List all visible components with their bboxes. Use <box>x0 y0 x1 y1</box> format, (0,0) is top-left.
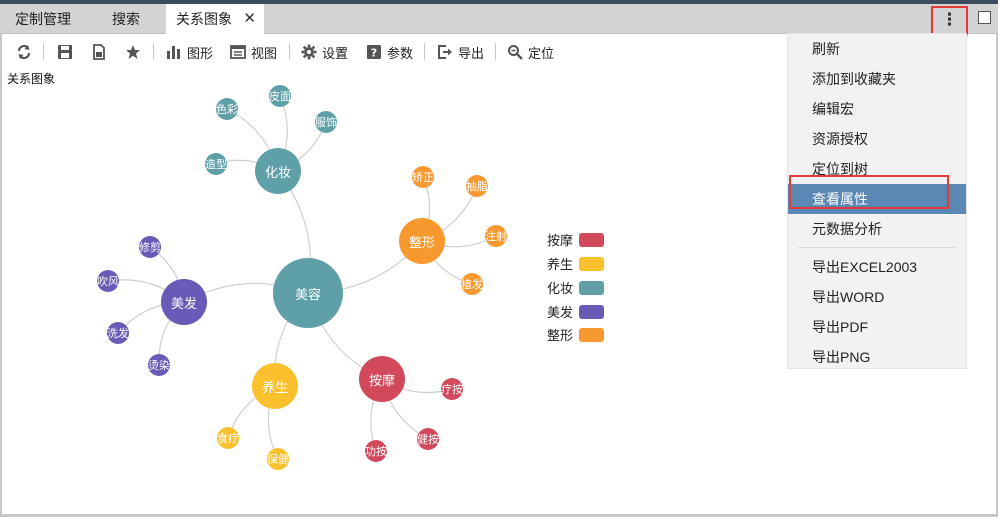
graph-node-category[interactable]: 美发 <box>161 279 207 325</box>
locate-button[interactable]: 定位 <box>507 41 554 63</box>
bar-chart-icon <box>166 44 182 60</box>
legend-item-hair[interactable]: 美发 <box>547 302 605 321</box>
view-button[interactable]: 视图 <box>230 41 277 63</box>
more-menu-button[interactable]: ⋮ <box>931 6 968 35</box>
tab-bar: 定制管理 搜索 关系图象 ✕ <box>0 4 998 35</box>
export-button-label: 导出 <box>458 45 485 61</box>
legend-label: 按摩 <box>547 233 574 248</box>
legend-label: 化妆 <box>547 281 574 296</box>
save-as-icon <box>91 44 107 60</box>
legend-swatch <box>579 256 605 271</box>
menu-item-edit-macro[interactable]: 编辑宏 <box>788 94 966 124</box>
menu-item-locate-tree[interactable]: 定位到树 <box>788 154 966 184</box>
params-button[interactable]: ? 参数 <box>366 41 413 63</box>
save-button[interactable] <box>57 41 73 63</box>
menu-item-metadata-analysis[interactable]: 元数据分析 <box>788 214 966 244</box>
menu-item-export-excel[interactable]: 导出EXCEL2003 <box>788 252 966 282</box>
legend-swatch <box>579 280 605 295</box>
legend-swatch <box>579 232 605 247</box>
export-button[interactable]: 导出 <box>437 41 484 63</box>
settings-button-label: 设置 <box>322 45 349 61</box>
menu-item-resource-auth[interactable]: 资源授权 <box>788 124 966 154</box>
favorite-button[interactable] <box>125 41 141 63</box>
menu-item-export-pdf[interactable]: 导出PDF <box>788 312 966 342</box>
locate-search-icon <box>507 44 523 60</box>
refresh-button[interactable] <box>16 41 32 63</box>
maximize-icon[interactable] <box>978 11 991 24</box>
legend-item-massage[interactable]: 按摩 <box>547 230 605 249</box>
menu-item-refresh[interactable]: 刷新 <box>788 34 966 64</box>
graph-node-leaf[interactable]: 保健 <box>267 448 289 470</box>
svg-text:?: ? <box>371 47 377 60</box>
chart-button-label: 图形 <box>187 45 214 61</box>
graph-node-leaf[interactable]: 矫正 <box>412 166 434 188</box>
graph-node-leaf[interactable]: 服饰 <box>315 111 337 133</box>
toolbar-separator <box>43 43 44 60</box>
view-button-label: 视图 <box>251 45 278 61</box>
tab-search[interactable]: 搜索 <box>86 4 166 34</box>
tab-relation-graph[interactable]: 关系图象 ✕ <box>166 4 264 35</box>
legend-label: 整形 <box>547 328 574 343</box>
gear-icon <box>301 44 317 60</box>
graph-node-leaf[interactable]: 食疗 <box>217 427 239 449</box>
save-icon <box>57 44 73 60</box>
save-as-button[interactable] <box>91 41 107 63</box>
star-icon <box>125 44 141 60</box>
graph-node-leaf[interactable]: 注射 <box>485 225 507 247</box>
params-button-label: 参数 <box>387 45 414 61</box>
graph-node-leaf[interactable]: 烫染 <box>148 354 170 376</box>
toolbar-separator <box>153 43 154 60</box>
graph-node-leaf[interactable]: 植发 <box>461 273 483 295</box>
toolbar-separator <box>495 43 496 60</box>
legend-swatch <box>579 304 605 319</box>
close-icon[interactable]: ✕ <box>243 4 256 34</box>
export-icon <box>437 44 453 60</box>
menu-item-export-word[interactable]: 导出WORD <box>788 282 966 312</box>
graph-node-leaf[interactable]: 皮面 <box>269 85 291 107</box>
view-icon <box>230 44 246 60</box>
menu-item-export-png[interactable]: 导出PNG <box>788 342 966 372</box>
refresh-icon <box>16 44 32 60</box>
toolbar-separator <box>424 43 425 60</box>
context-menu: 刷新 添加到收藏夹 编辑宏 资源授权 定位到树 查看属性 元数据分析 导出EXC… <box>787 33 967 369</box>
graph-node-leaf[interactable]: 色彩 <box>216 98 238 120</box>
graph-node-leaf[interactable]: 疗按 <box>441 378 463 400</box>
legend-label: 美发 <box>547 305 574 320</box>
legend-label: 养生 <box>547 257 574 272</box>
graph-node-leaf[interactable]: 抽脂 <box>466 175 488 197</box>
toolbar-separator <box>289 43 290 60</box>
legend-swatch <box>579 327 605 342</box>
menu-item-view-properties[interactable]: 查看属性 <box>788 184 966 214</box>
tab-custom-management[interactable]: 定制管理 <box>0 4 86 34</box>
graph-node-category[interactable]: 按摩 <box>359 356 405 402</box>
graph-node-category[interactable]: 整形 <box>399 218 445 264</box>
legend-item-wellness[interactable]: 养生 <box>547 254 605 273</box>
tab-relation-graph-label: 关系图象 <box>176 11 232 27</box>
graph-node-leaf[interactable]: 吹风 <box>97 270 119 292</box>
graph-node-leaf[interactable]: 修剪 <box>139 236 161 258</box>
settings-button[interactable]: 设置 <box>301 41 348 63</box>
graph-node-leaf[interactable]: 洗发 <box>107 322 129 344</box>
locate-button-label: 定位 <box>528 45 555 61</box>
legend-item-plastic[interactable]: 整形 <box>547 325 605 344</box>
graph-node-leaf[interactable]: 造型 <box>205 153 227 175</box>
chart-button[interactable]: 图形 <box>166 41 213 63</box>
graph-node-root[interactable]: 美容 <box>273 258 343 328</box>
graph-node-category[interactable]: 养生 <box>252 363 298 409</box>
graph-node-leaf[interactable]: 功按 <box>365 440 387 462</box>
menu-separator <box>798 247 956 248</box>
legend-item-makeup[interactable]: 化妆 <box>547 278 605 297</box>
graph-node-leaf[interactable]: 健按 <box>417 428 439 450</box>
menu-item-add-favorite[interactable]: 添加到收藏夹 <box>788 64 966 94</box>
graph-node-category[interactable]: 化妆 <box>255 148 301 194</box>
question-icon: ? <box>366 44 382 60</box>
